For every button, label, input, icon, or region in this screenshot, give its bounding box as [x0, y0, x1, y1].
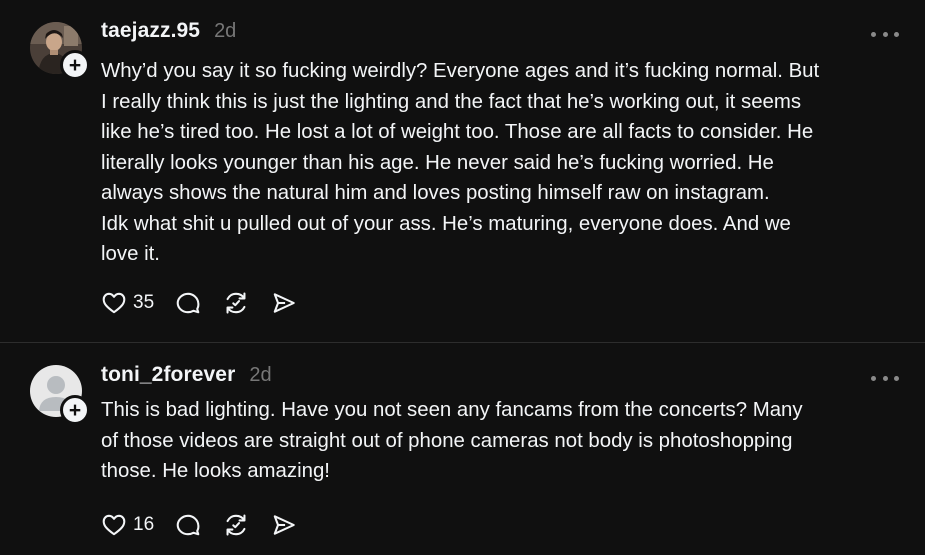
share-button[interactable] [271, 290, 297, 316]
comment-bubble-icon [176, 514, 200, 536]
more-dot [894, 31, 899, 37]
timestamp[interactable]: 2d [249, 364, 271, 387]
reply-header: taejazz.95 2d [101, 19, 236, 49]
body-line: This is bad lighting. Have you not seen … [101, 399, 803, 421]
body-line: Why’d you say it so fucking weirdly? Eve… [101, 60, 820, 82]
username[interactable]: taejazz.95 [101, 19, 200, 43]
comment-bubble-icon [176, 292, 200, 314]
more-horizontal-icon [871, 375, 876, 381]
send-icon [273, 293, 295, 313]
action-bar: 16 [101, 510, 297, 540]
body-line: like he’s tired too. He lost a lot of we… [101, 121, 814, 143]
reply-header: toni_2forever 2d [101, 363, 272, 393]
body-line: Idk what shit u pulled out of your ass. … [101, 212, 791, 235]
plus-icon: + [68, 398, 82, 422]
body-line: love it. [101, 243, 160, 265]
more-dot [882, 31, 888, 37]
like-count: 16 [133, 514, 155, 535]
more-dot [894, 375, 899, 381]
thread-reply: + taejazz.95 2d Why’d you say it so fuck… [0, 0, 925, 342]
heart-icon [102, 292, 126, 314]
like-button[interactable]: 35 [101, 290, 163, 316]
like-count: 35 [133, 292, 155, 313]
more-dot [882, 375, 888, 381]
follow-button[interactable]: + [60, 395, 90, 425]
reply-button[interactable] [175, 512, 201, 538]
plus-icon: + [68, 53, 82, 77]
body-line: those. He looks amazing! [101, 460, 330, 482]
more-options-button[interactable] [871, 374, 899, 382]
body-line: I really think this is just the lighting… [101, 90, 802, 113]
repost-button[interactable] [223, 290, 249, 316]
more-options-button[interactable] [871, 30, 899, 38]
repost-icon [226, 292, 246, 314]
like-button[interactable]: 16 [101, 512, 163, 538]
send-icon [273, 515, 295, 535]
action-bar: 35 [101, 288, 297, 318]
reply-body: Why’d you say it so fucking weirdly? Eve… [101, 56, 913, 270]
reply-body: This is bad lighting. Have you not seen … [101, 395, 913, 487]
body-line: literally looks younger than his age. He… [101, 151, 774, 174]
follow-button[interactable]: + [60, 50, 90, 80]
thread-reply: + toni_2forever 2d This is bad lighting.… [0, 343, 925, 555]
body-line: of those videos are straight out of phon… [101, 429, 793, 452]
heart-icon [102, 514, 126, 536]
more-horizontal-icon [871, 31, 876, 37]
timestamp[interactable]: 2d [214, 20, 236, 43]
repost-icon [226, 514, 246, 536]
share-button[interactable] [271, 512, 297, 538]
repost-button[interactable] [223, 512, 249, 538]
reply-button[interactable] [175, 290, 201, 316]
body-line: always shows the natural him and loves p… [101, 182, 770, 204]
username[interactable]: toni_2forever [101, 363, 235, 387]
